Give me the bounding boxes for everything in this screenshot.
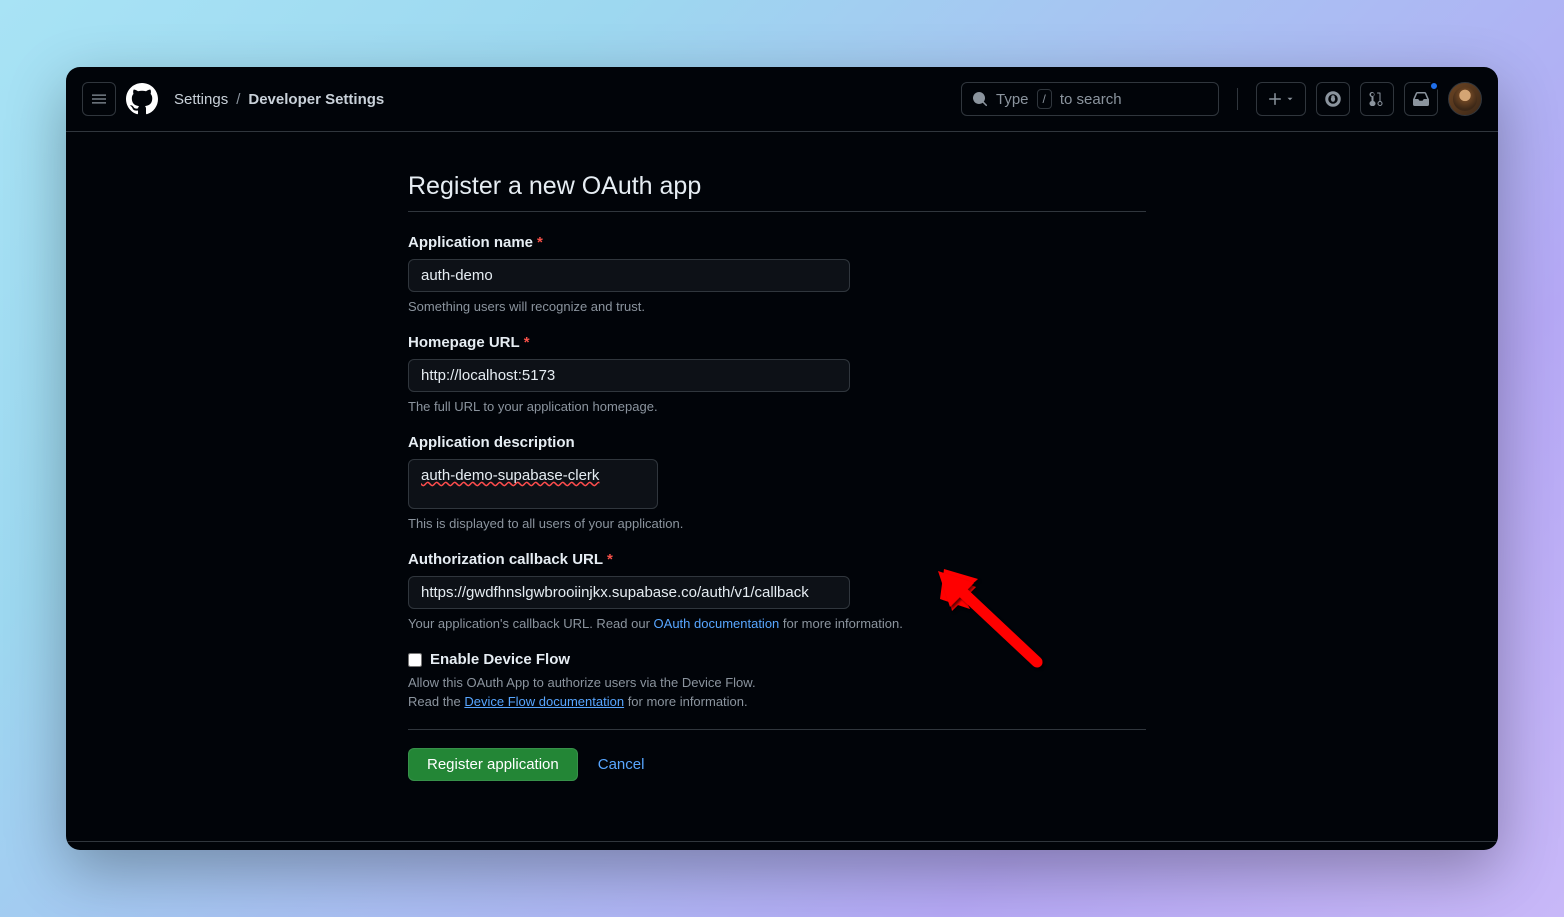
menu-button[interactable] — [82, 82, 116, 116]
search-input[interactable]: Type / to search — [961, 82, 1219, 116]
search-suffix: to search — [1060, 91, 1122, 108]
page-title: Register a new OAuth app — [408, 172, 1146, 212]
search-kbd: / — [1037, 89, 1052, 109]
pull-requests-button[interactable] — [1360, 82, 1394, 116]
pull-request-icon — [1369, 91, 1385, 107]
breadcrumb-separator: / — [236, 91, 240, 108]
device-flow-help-2: Read the Device Flow documentation for m… — [408, 694, 1146, 709]
github-logo[interactable] — [126, 83, 158, 115]
github-icon — [126, 83, 158, 115]
issues-icon — [1325, 91, 1341, 107]
callback-url-label: Authorization callback URL* — [408, 551, 1146, 568]
homepage-url-label: Homepage URL* — [408, 334, 1146, 351]
search-prefix: Type — [996, 91, 1029, 108]
device-flow-checkbox[interactable] — [408, 653, 422, 667]
device-flow-label: Enable Device Flow — [430, 651, 570, 668]
register-application-button[interactable]: Register application — [408, 748, 578, 781]
description-help: This is displayed to all users of your a… — [408, 516, 1146, 531]
homepage-url-help: The full URL to your application homepag… — [408, 399, 1146, 414]
create-new-button[interactable] — [1256, 82, 1306, 116]
hamburger-icon — [91, 91, 107, 107]
callback-url-input[interactable] — [408, 576, 850, 609]
breadcrumb-settings[interactable]: Settings — [174, 91, 228, 108]
issues-button[interactable] — [1316, 82, 1350, 116]
app-name-label: Application name* — [408, 234, 1146, 251]
device-flow-help-1: Allow this OAuth App to authorize users … — [408, 675, 1146, 690]
notification-indicator — [1429, 81, 1439, 91]
description-textarea[interactable]: auth-demo-supabase-clerk — [408, 459, 658, 509]
oauth-docs-link[interactable]: OAuth documentation — [654, 616, 780, 631]
homepage-url-input[interactable] — [408, 359, 850, 392]
description-label: Application description — [408, 434, 1146, 451]
inbox-icon — [1413, 91, 1429, 107]
cancel-button[interactable]: Cancel — [598, 756, 645, 773]
notifications-button[interactable] — [1404, 82, 1438, 116]
search-icon — [972, 91, 988, 107]
plus-icon — [1267, 91, 1283, 107]
app-name-help: Something users will recognize and trust… — [408, 299, 1146, 314]
caret-down-icon — [1285, 94, 1295, 104]
device-flow-docs-link[interactable]: Device Flow documentation — [464, 694, 624, 709]
page-footer — [66, 841, 1498, 850]
user-avatar[interactable] — [1448, 82, 1482, 116]
breadcrumb-current[interactable]: Developer Settings — [248, 91, 384, 108]
callback-url-help: Your application's callback URL. Read ou… — [408, 616, 1146, 631]
breadcrumb: Settings / Developer Settings — [174, 91, 384, 108]
app-name-input[interactable] — [408, 259, 850, 292]
